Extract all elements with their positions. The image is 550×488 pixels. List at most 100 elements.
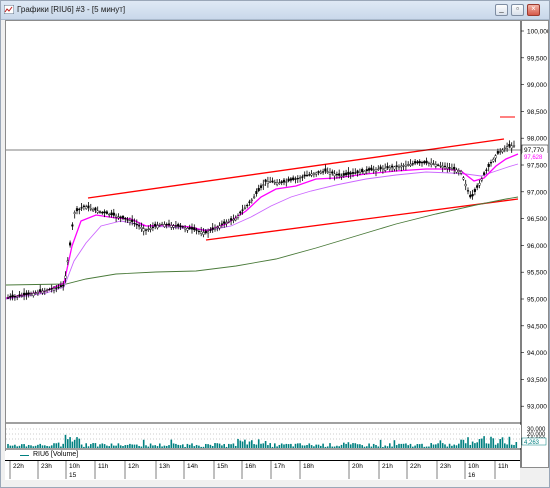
volume-bar bbox=[239, 440, 242, 448]
volume-bar bbox=[255, 444, 258, 448]
price-bar-body bbox=[289, 178, 292, 181]
price-bar-body bbox=[407, 164, 410, 166]
volume-bar bbox=[285, 443, 288, 448]
price-bar-body bbox=[36, 291, 39, 294]
volume-bar bbox=[50, 445, 53, 448]
volume-bar bbox=[444, 444, 446, 448]
volume-current-label: 4,263 bbox=[524, 440, 540, 446]
price-bar-body bbox=[349, 172, 352, 175]
price-bar-body bbox=[85, 206, 88, 209]
time-tick-label: 11h bbox=[98, 463, 109, 470]
chart-app-icon bbox=[4, 5, 14, 14]
volume-bar bbox=[349, 444, 352, 448]
volume-bar bbox=[184, 446, 186, 448]
price-bar-body bbox=[358, 172, 361, 175]
volume-bar bbox=[113, 445, 115, 448]
price-bar-body bbox=[236, 215, 240, 218]
volume-bar bbox=[124, 445, 127, 448]
price-bar-body bbox=[363, 171, 366, 174]
volume-bar bbox=[347, 442, 350, 448]
price-bar-body bbox=[179, 225, 182, 228]
price-bar-body bbox=[499, 151, 502, 153]
volume-bar bbox=[39, 443, 41, 448]
price-bar-body bbox=[305, 174, 309, 177]
volume-bar bbox=[359, 444, 361, 448]
price-bar-body bbox=[423, 161, 426, 164]
volume-bar bbox=[333, 446, 336, 448]
volume-bar bbox=[262, 443, 265, 448]
price-bar-body bbox=[368, 168, 371, 171]
volume-bar bbox=[14, 444, 16, 448]
price-bar-body bbox=[255, 191, 258, 195]
volume-bar bbox=[230, 444, 232, 448]
price-bar-body bbox=[276, 182, 279, 185]
volume-bar bbox=[85, 443, 87, 448]
price-bar-body bbox=[391, 165, 394, 168]
volume-bar bbox=[7, 443, 9, 448]
price-bar-body bbox=[324, 168, 327, 172]
price-bar-body bbox=[183, 227, 187, 230]
price-bar-body bbox=[271, 180, 274, 183]
volume-bar bbox=[34, 445, 37, 448]
price-bar-body bbox=[425, 160, 428, 164]
price-chart[interactable]: 100,000 99,500 99,000 98,500 98,000 97,500 97,… bbox=[5, 21, 550, 467]
price-bar-body bbox=[200, 231, 203, 234]
price-bar-body bbox=[489, 162, 493, 164]
volume-bar bbox=[264, 441, 267, 448]
volume-bar bbox=[216, 443, 219, 448]
price-tick-label: 98,500 bbox=[527, 109, 547, 116]
price-bar-body bbox=[487, 163, 490, 167]
price-bar-body bbox=[476, 185, 479, 188]
price-bar-body bbox=[234, 217, 237, 221]
price-bar-body bbox=[82, 205, 85, 207]
price-tick-label: 93,000 bbox=[527, 404, 547, 411]
volume-bar bbox=[326, 446, 329, 448]
price-bar-body bbox=[55, 287, 58, 289]
price-bar-body bbox=[89, 208, 92, 210]
volume-bar bbox=[336, 445, 338, 448]
price-bar-body bbox=[437, 164, 440, 166]
volume-bar bbox=[478, 439, 481, 448]
price-tick-label: 98,000 bbox=[527, 136, 547, 143]
price-bar-body bbox=[174, 225, 177, 227]
volume-bar bbox=[83, 446, 85, 448]
price-bar-body bbox=[39, 289, 42, 292]
volume-bar bbox=[338, 446, 340, 448]
volume-bar bbox=[32, 446, 35, 448]
volume-bar bbox=[451, 445, 453, 448]
price-bar-body bbox=[333, 173, 336, 177]
volume-bar bbox=[375, 445, 377, 448]
price-bar-body bbox=[381, 168, 384, 170]
volume-bar bbox=[356, 444, 359, 448]
volume-bar bbox=[428, 446, 430, 448]
close-button[interactable]: × bbox=[527, 4, 540, 16]
time-tick-label: 16h bbox=[245, 463, 256, 470]
price-tick-label: 95,000 bbox=[527, 297, 547, 304]
price-tick-label: 94,000 bbox=[527, 350, 547, 357]
volume-bar bbox=[179, 445, 182, 448]
volume-bar bbox=[21, 444, 23, 448]
price-bar-body bbox=[204, 230, 207, 234]
price-bar-body bbox=[278, 182, 281, 184]
price-bar-body bbox=[114, 215, 118, 218]
price-bar-body bbox=[492, 159, 495, 162]
volume-bar bbox=[18, 445, 21, 448]
price-bar-body bbox=[20, 295, 23, 297]
volume-bar bbox=[159, 443, 161, 448]
volume-bar bbox=[303, 445, 306, 448]
price-bar-body bbox=[354, 172, 357, 174]
price-bar-body bbox=[172, 225, 175, 228]
ma-value-label: 97,628 bbox=[524, 155, 543, 161]
restore-button[interactable]: ▫ bbox=[511, 4, 524, 16]
price-pane[interactable] bbox=[6, 21, 521, 422]
volume-bar bbox=[372, 443, 375, 448]
price-bar-body bbox=[469, 194, 472, 198]
price-bar-body bbox=[466, 190, 470, 192]
minimize-icon: _ bbox=[499, 4, 504, 13]
title-bar[interactable]: Графики [RIU6] #3 - [5 минут] _ ▫ × bbox=[1, 1, 549, 20]
price-bar-body bbox=[16, 296, 19, 298]
price-bar-body bbox=[27, 292, 30, 295]
minimize-button[interactable]: _ bbox=[495, 4, 508, 16]
volume-bar bbox=[200, 446, 202, 448]
chart-area[interactable]: 100,000 99,500 99,000 98,500 98,000 97,500 97,… bbox=[5, 20, 550, 468]
